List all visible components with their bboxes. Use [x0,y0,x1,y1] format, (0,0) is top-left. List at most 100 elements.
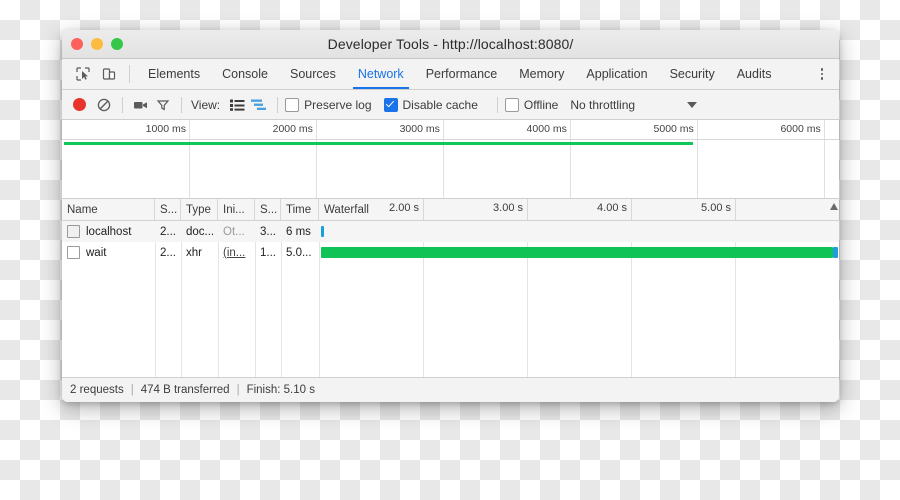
toolbar-divider [277,96,279,113]
cell-time: 6 ms [286,225,311,238]
table-row[interactable]: wait 2... xhr (in... 1... 5.0... [62,242,839,263]
request-name: wait [86,246,107,259]
tab-label: Console [222,67,268,81]
overview-tick-label: 2000 ms [272,123,313,135]
tab-label: Application [586,67,648,81]
network-toolbar: View: Preserve log Disable cache Offline… [62,90,839,120]
column-header-status[interactable]: S... [155,199,181,220]
cell-status: 2... [160,246,176,259]
cell-waterfall [319,221,839,242]
disable-cache-label: Disable cache [402,97,478,112]
title-bar: Developer Tools - http://localhost:8080/ [62,30,839,59]
column-header-time[interactable]: Time [281,199,319,220]
row-checkbox[interactable] [67,225,80,238]
waterfall-tick-label: 5.00 s [701,202,731,214]
tab-network[interactable]: Network [347,59,415,89]
overview-tick: 6000 ms [780,120,825,198]
chevron-down-icon[interactable] [687,101,698,108]
minimize-button[interactable] [91,38,103,50]
column-header-initiator[interactable]: Ini... [218,199,255,220]
offline-checkbox[interactable] [504,97,519,112]
cell-initiator: Ot... [223,225,245,238]
zoom-button[interactable] [111,38,123,50]
offline-control[interactable]: Offline [504,97,559,112]
overview-tick-marks: 1000 ms 2000 ms 3000 ms 4000 ms 5000 ms 6000 … [62,120,839,198]
preserve-log-control[interactable]: Preserve log [285,97,372,112]
cell-name: wait [62,242,155,263]
overview-tick-label: 4000 ms [526,123,567,135]
tab-audits[interactable]: Audits [726,59,783,89]
column-header-type[interactable]: Type [181,199,218,220]
devtools-tab-bar: Elements Console Sources Network Perform… [62,59,839,90]
waterfall-tick: 3.00 s [493,199,528,220]
preserve-log-label: Preserve log [304,97,372,112]
inspect-cursor-icon[interactable] [70,59,96,89]
tab-security[interactable]: Security [659,59,726,89]
status-separator: | [236,384,240,396]
tab-divider [129,65,130,83]
toolbar-divider [181,96,182,113]
toolbar-divider [496,96,498,113]
tab-console[interactable]: Console [211,59,279,89]
tab-elements[interactable]: Elements [137,59,211,89]
cell-initiator[interactable]: (in... [218,242,255,263]
waterfall-tick: 2.00 s [389,199,424,220]
disable-cache-checkbox[interactable] [383,97,398,112]
kebab-menu-icon[interactable] [809,59,835,89]
overview-tick: 4000 ms [527,120,571,198]
tab-application[interactable]: Application [575,59,658,89]
record-icon[interactable] [73,98,86,111]
list-view-icon[interactable] [226,94,248,116]
tab-label: Performance [425,67,498,81]
overview-tick-label: 1000 ms [145,123,186,135]
preserve-log-checkbox[interactable] [285,97,300,112]
column-header-name[interactable]: Name [62,199,155,220]
cell-time: 5.0... [286,246,312,259]
waterfall-tick-label: 4.00 s [597,202,627,214]
disable-cache-control[interactable]: Disable cache [383,97,478,112]
tab-label: Elements [148,67,201,81]
device-toolbar-icon[interactable] [96,59,122,89]
column-header-waterfall[interactable]: Waterfall 2.00 s 3.00 s 4.00 s 5.00 s [319,199,839,220]
waterfall-bar [321,226,325,237]
tab-performance[interactable]: Performance [415,59,509,89]
waterfall-view-icon[interactable] [248,94,270,116]
status-bar: 2 requests | 474 B transferred | Finish:… [62,377,839,402]
tab-sources[interactable]: Sources [279,59,347,89]
overview-tick: 5000 ms [654,120,698,198]
column-header-size[interactable]: S... [255,199,281,220]
overview-tick-label: 6000 ms [780,123,821,135]
tab-list: Elements Console Sources Network Perform… [137,59,809,89]
finish-time: Finish: 5.10 s [246,384,315,396]
window-controls [71,38,123,50]
window-title: Developer Tools - http://localhost:8080/ [327,36,574,52]
request-name: localhost [86,225,132,238]
waterfall-bar [321,247,833,258]
request-count: 2 requests [70,384,124,396]
cell-status: 2... [160,225,176,238]
table-row[interactable]: localhost 2... doc... Ot... 3... 6 ms [62,221,839,242]
tab-memory[interactable]: Memory [508,59,575,89]
row-checkbox[interactable] [67,246,80,259]
tab-label: Sources [289,67,336,81]
waterfall-tick-label: 3.00 s [493,202,523,214]
devtools-window: Developer Tools - http://localhost:8080/… [62,30,839,402]
throttling-select[interactable]: No throttling [570,98,635,112]
tab-label: Audits [736,67,772,81]
waterfall-tick: 5.00 s [701,199,736,220]
network-overview[interactable]: 1000 ms 2000 ms 3000 ms 4000 ms 5000 ms 6000 … [62,120,839,199]
overview-tick-label: 5000 ms [653,123,694,135]
tab-label: Network [357,67,404,81]
waterfall-label: Waterfall [324,203,369,216]
clear-icon[interactable] [93,94,115,116]
camera-icon[interactable] [130,94,152,116]
waterfall-tick: 4.00 s [597,199,632,220]
waterfall-resize-icon[interactable] [830,203,838,210]
offline-label: Offline [523,97,559,112]
cell-type: xhr [186,246,202,259]
view-label: View: [191,97,221,112]
filter-icon[interactable] [152,94,174,116]
close-button[interactable] [71,38,83,50]
cell-size: 3... [260,225,276,238]
transferred-size: 474 B transferred [140,384,230,396]
